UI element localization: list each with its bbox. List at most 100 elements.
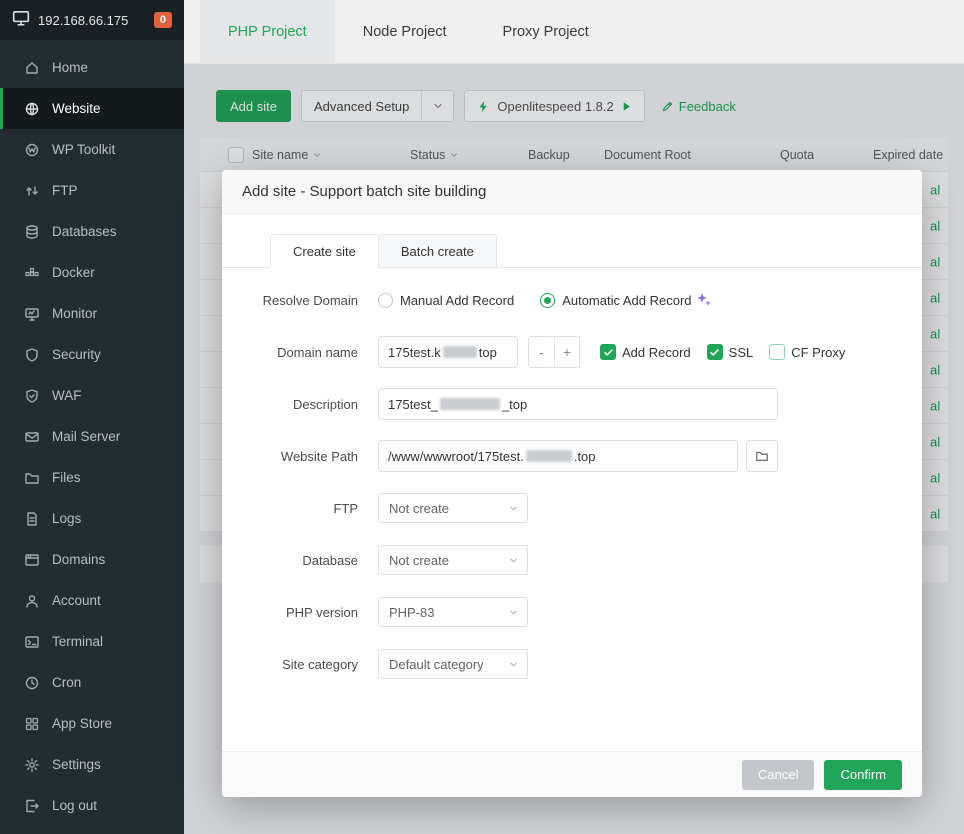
- tab-label: Proxy Project: [502, 23, 589, 40]
- domain-name-input[interactable]: 175test.k top: [378, 336, 518, 368]
- tab-label: PHP Project: [228, 23, 307, 40]
- sidebar-item-home[interactable]: Home: [0, 47, 184, 88]
- server-ip: 192.168.66.175: [38, 12, 129, 28]
- stepper-plus-button[interactable]: +: [554, 337, 579, 367]
- docker-icon: [24, 265, 40, 281]
- stepper-minus-button[interactable]: -: [529, 337, 554, 367]
- automatic-add-record-label: Automatic Add Record: [562, 292, 692, 308]
- add-record-label: Add Record: [622, 344, 691, 360]
- wordpress-icon: [24, 142, 40, 158]
- sparkle-icon: [696, 292, 712, 308]
- modal-tabbar: Create site Batch create: [222, 234, 922, 268]
- confirm-button[interactable]: Confirm: [824, 759, 902, 790]
- message-count-badge[interactable]: 0: [153, 12, 172, 28]
- sidebar-item-app-store[interactable]: App Store: [0, 703, 184, 744]
- tab-proxy-project[interactable]: Proxy Project: [475, 0, 617, 63]
- sidebar-item-label: Settings: [52, 757, 101, 772]
- website-path-label: Website Path: [280, 448, 358, 464]
- waf-shield-icon: [24, 388, 40, 404]
- sidebar-item-label: Databases: [52, 224, 117, 239]
- redacted-text: [525, 450, 572, 462]
- domain-value-prefix: 175test.k: [388, 344, 441, 360]
- modal-header: Add site - Support batch site building: [222, 170, 922, 214]
- sidebar-item-cron[interactable]: Cron: [0, 662, 184, 703]
- clock-icon: [24, 675, 40, 691]
- gear-icon: [24, 757, 40, 773]
- sidebar-item-label: FTP: [52, 183, 78, 198]
- shield-icon: [24, 347, 40, 363]
- sidebar-item-ftp[interactable]: FTP: [0, 170, 184, 211]
- sidebar-item-label: Domains: [52, 552, 106, 567]
- sidebar-item-label: Logs: [52, 511, 82, 526]
- ssl-checkbox[interactable]: [706, 344, 723, 360]
- tab-php-project[interactable]: PHP Project: [200, 0, 335, 63]
- tab-label: Node Project: [362, 23, 447, 40]
- sidebar-item-settings[interactable]: Settings: [0, 744, 184, 785]
- sidebar-item-domains[interactable]: Domains: [0, 539, 184, 580]
- php-version-label: PHP version: [285, 604, 358, 620]
- sidebar: 192.168.66.175 0 Home Website WP Toolkit…: [0, 0, 184, 834]
- project-tabbar: PHP Project Node Project Proxy Project: [184, 0, 964, 64]
- server-bar[interactable]: 192.168.66.175 0: [0, 0, 184, 40]
- site-category-select[interactable]: Default category: [378, 649, 528, 679]
- logout-icon: [24, 798, 40, 814]
- domain-name-row: Domain name 175test.k top - + Add Record …: [222, 336, 922, 368]
- sidebar-item-files[interactable]: Files: [0, 457, 184, 498]
- sidebar-item-label: Cron: [52, 675, 82, 690]
- php-version-select[interactable]: PHP-83: [378, 597, 528, 627]
- automatic-add-record-radio[interactable]: [540, 292, 556, 308]
- sidebar-item-label: Docker: [52, 265, 95, 280]
- website-path-input[interactable]: /www/wwwroot/175test. .top: [378, 440, 738, 472]
- modal-body: Create site Batch create Resolve Domain …: [222, 214, 922, 751]
- ftp-selected-value: Not create: [389, 500, 449, 516]
- mail-icon: [24, 429, 40, 445]
- terminal-icon: [24, 634, 40, 650]
- domain-name-label: Domain name: [277, 344, 358, 360]
- sidebar-item-waf[interactable]: WAF: [0, 375, 184, 416]
- website-path-row: Website Path /www/wwwroot/175test. .top: [222, 440, 922, 472]
- computer-icon: [12, 9, 30, 32]
- browse-folder-button[interactable]: [746, 440, 778, 472]
- cancel-button[interactable]: Cancel: [742, 759, 815, 790]
- database-select[interactable]: Not create: [378, 545, 528, 575]
- sidebar-item-security[interactable]: Security: [0, 334, 184, 375]
- user-icon: [24, 593, 40, 609]
- sidebar-item-label: Home: [52, 60, 89, 75]
- sidebar-item-website[interactable]: Website: [0, 88, 184, 129]
- sidebar-item-mail-server[interactable]: Mail Server: [0, 416, 184, 457]
- sidebar-item-label: Terminal: [52, 634, 104, 649]
- sidebar-item-label: Monitor: [52, 306, 98, 321]
- globe-icon: [24, 101, 40, 117]
- sidebar-item-terminal[interactable]: Terminal: [0, 621, 184, 662]
- ftp-select[interactable]: Not create: [378, 493, 528, 523]
- domains-icon: [24, 552, 40, 568]
- tab-node-project[interactable]: Node Project: [335, 0, 475, 63]
- sidebar-item-label: Mail Server: [52, 429, 121, 444]
- ftp-label: FTP: [333, 500, 358, 516]
- database-icon: [24, 224, 40, 240]
- tab-create-site[interactable]: Create site: [270, 234, 379, 268]
- description-input[interactable]: 175test_ _top: [378, 388, 778, 420]
- modal-title: Add site - Support batch site building: [242, 183, 487, 200]
- description-label: Description: [292, 396, 358, 412]
- sidebar-item-wp-toolkit[interactable]: WP Toolkit: [0, 129, 184, 170]
- sidebar-item-account[interactable]: Account: [0, 580, 184, 621]
- modal-footer: Cancel Confirm: [222, 751, 922, 797]
- sidebar-item-docker[interactable]: Docker: [0, 252, 184, 293]
- sidebar-item-label: App Store: [52, 716, 113, 731]
- sidebar-item-log-out[interactable]: Log out: [0, 785, 184, 826]
- php-version-selected-value: PHP-83: [389, 604, 435, 620]
- sidebar-item-label: Log out: [52, 798, 98, 813]
- sidebar-item-logs[interactable]: Logs: [0, 498, 184, 539]
- app-store-icon: [24, 716, 40, 732]
- sidebar-nav: Home Website WP Toolkit FTP Databases Do…: [0, 40, 184, 826]
- add-record-checkbox[interactable]: [600, 344, 616, 360]
- sidebar-item-databases[interactable]: Databases: [0, 211, 184, 252]
- tab-label: Create site: [293, 243, 356, 259]
- tab-batch-create[interactable]: Batch create: [377, 234, 497, 268]
- manual-add-record-radio[interactable]: [378, 292, 393, 308]
- domain-count-stepper: - +: [528, 336, 580, 368]
- sidebar-item-monitor[interactable]: Monitor: [0, 293, 184, 334]
- cf-proxy-checkbox[interactable]: [769, 344, 786, 360]
- redacted-text: [439, 398, 500, 410]
